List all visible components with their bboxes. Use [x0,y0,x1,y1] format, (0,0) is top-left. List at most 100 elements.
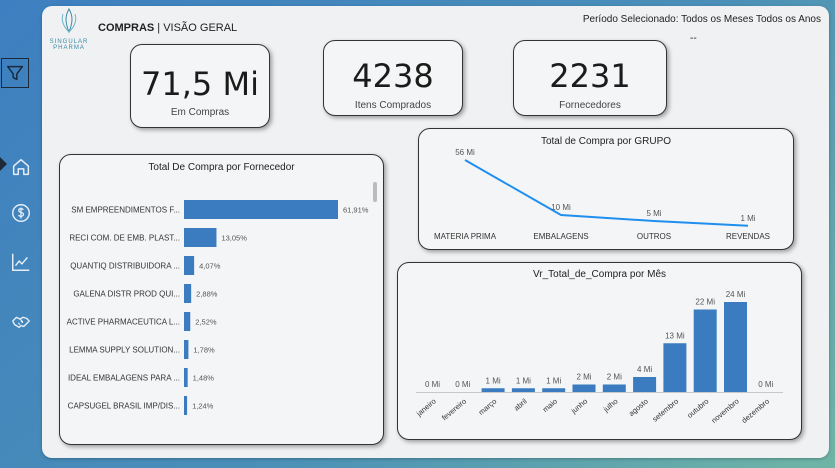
category-label: QUANTIQ DISTRIBUIDORA ... [70,262,180,271]
x-tick-label: EMBALAGENS [533,232,588,241]
kpi-card-fornecedores: 2231 Fornecedores [513,40,667,116]
data-label: 4,07% [199,262,221,271]
bar [184,228,217,247]
filter-icon [6,65,24,81]
home-icon [12,158,30,176]
data-label: 1,78% [193,346,215,355]
page-title-bold: COMPRAS [98,22,155,34]
kpi-value: 71,5 Mi [141,65,259,103]
kpi-card-compras: 71,5 Mi Em Compras [130,44,270,128]
kpi-card-itens: 4238 Itens Comprados [323,40,463,116]
data-label: 2,52% [195,318,217,327]
logo-icon [61,7,77,34]
category-label: GALENA DISTR PROD QUI... [73,290,180,299]
logo-text: SINGULAR PHARMA [49,39,89,51]
data-label: 1 Mi [486,376,501,385]
category-label: SM EMPREENDIMENTOS F... [71,206,180,215]
category-label: CAPSUGEL BRASIL IMP/DIS... [68,402,180,411]
x-tick-label: março [477,397,499,417]
kpi-label: Fornecedores [559,100,621,111]
company-logo: SINGULAR PHARMA [48,7,90,54]
bar [184,312,191,331]
filter-button[interactable] [1,58,29,88]
series-line [464,159,749,227]
data-label: 1,48% [193,374,215,383]
data-label: 1 Mi [740,214,755,223]
data-label: 1,24% [192,402,214,411]
kpi-label: Em Compras [170,107,230,118]
report-canvas: SINGULAR PHARMA COMPRAS | VISÃO GERAL Pe… [42,6,829,458]
period-sub: -- [690,33,697,44]
x-tick-label: outubro [685,397,710,420]
x-tick-label: dezembro [740,397,771,425]
bar [724,302,747,392]
bar [511,388,535,392]
dollar-icon [12,204,30,222]
bar [184,396,188,415]
category-label: RECI COM. DE EMB. PLAST... [69,234,180,243]
category-label: LEMMA SUPPLY SOLUTION... [69,346,180,355]
data-label: 13 Mi [665,331,685,340]
sidebar [0,0,42,468]
bar [633,377,657,392]
data-label: 0 Mi [455,380,470,389]
nav-suppliers-button[interactable] [6,306,36,336]
group-chart-panel: Total de Compra por GRUPO 56 Mi MATERIA P… [418,128,794,250]
x-tick-label: janeiro [414,397,438,419]
data-label: 22 Mi [695,298,715,307]
data-label: 0 Mi [758,380,773,389]
x-tick-label: REVENDAS [726,232,770,241]
scrollbar-thumb[interactable] [373,182,377,202]
x-tick-label: OUTROS [637,232,671,241]
x-tick-label: MATERIA PRIMA [434,232,497,241]
page-title: COMPRAS | VISÃO GERAL [98,22,237,34]
bar [184,256,195,275]
data-label: 2,88% [196,290,218,299]
data-label: 24 Mi [726,290,746,299]
x-tick-label: novembro [709,397,740,425]
data-label: 5 Mi [646,209,661,218]
data-label: 10 Mi [551,203,571,212]
bar [184,340,189,359]
bar [602,384,626,392]
bar [184,200,338,219]
supplier-chart: SM EMPREENDIMENTOS F... 61,91% RECI COM. D… [67,200,369,415]
x-tick-label: abril [512,396,529,412]
data-label: 1 Mi [516,376,531,385]
bar [693,309,717,392]
data-label: 2 Mi [576,373,591,382]
x-tick-label: maio [541,397,559,414]
kpi-label: Itens Comprados [354,100,432,111]
x-tick-label: junho [569,397,590,416]
data-label: 56 Mi [455,148,475,157]
category-label: ACTIVE PHARMACEUTICA L... [67,318,180,327]
data-label: 4 Mi [637,365,652,374]
page-title-rest: | VISÃO GERAL [154,22,238,34]
x-tick-label: julho [601,397,620,415]
data-label: 0 Mi [425,380,440,389]
kpi-value: 2231 [549,57,631,95]
bar [481,388,505,392]
group-chart: 56 Mi MATERIA PRIMA 10 Mi EMBALAGENS 5 Mi OUT… [434,148,770,241]
period-selected: Período Selecionado: Todos os Meses Todo… [582,14,821,25]
category-label: IDEAL EMBALAGENS PARA ... [68,374,180,383]
x-tick-label: fevereiro [440,397,468,423]
data-label: 1 Mi [546,376,561,385]
monthly-chart-panel: Vr_Total_de_Compra por Mês 0 Mi janeiro 0 … [397,262,802,440]
data-label: 13,05% [221,234,247,243]
supplier-chart-panel: Total De Compra por Fornecedor SM EMPREE… [59,154,384,445]
bar [184,284,192,303]
bar [542,388,566,392]
data-label: 2 Mi [607,373,622,382]
line-chart-icon [12,253,30,271]
x-tick-label: setembro [650,397,680,424]
x-tick-label: agosto [627,397,650,418]
data-label: 61,91% [343,206,369,215]
bar [572,384,596,392]
nav-financial-button[interactable] [6,198,36,228]
nav-trends-button[interactable] [6,247,36,277]
handshake-icon [12,316,30,329]
kpi-value: 4238 [352,57,434,95]
nav-home-button[interactable] [6,152,36,182]
bar [184,368,188,387]
